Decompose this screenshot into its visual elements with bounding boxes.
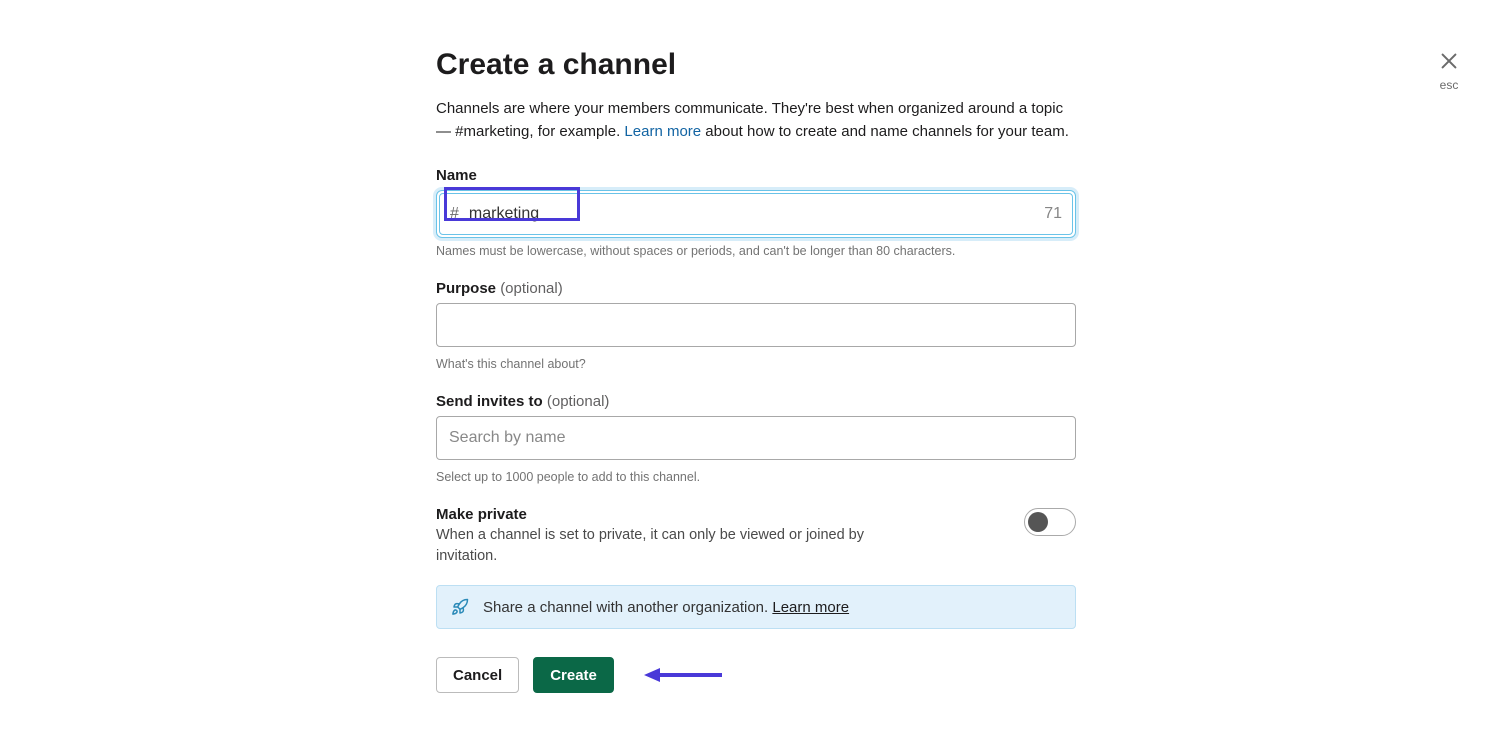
share-learn-more-link[interactable]: Learn more bbox=[772, 599, 849, 616]
create-channel-modal: Create a channel Channels are where your… bbox=[436, 48, 1076, 693]
share-banner-content: Share a channel with another organizatio… bbox=[483, 599, 849, 616]
privacy-description: When a channel is set to private, it can… bbox=[436, 525, 896, 567]
invites-label-text: Send invites to bbox=[436, 393, 547, 410]
modal-description: Channels are where your members communic… bbox=[436, 98, 1076, 143]
learn-more-link[interactable]: Learn more bbox=[624, 123, 701, 140]
privacy-section: Make private When a channel is set to pr… bbox=[436, 506, 1076, 567]
privacy-toggle[interactable] bbox=[1024, 508, 1076, 536]
rocket-icon bbox=[451, 598, 469, 616]
hash-icon: # bbox=[450, 205, 459, 223]
modal-title: Create a channel bbox=[436, 48, 1076, 82]
share-banner: Share a channel with another organizatio… bbox=[436, 585, 1076, 629]
cancel-button[interactable]: Cancel bbox=[436, 657, 519, 693]
channel-name-input[interactable] bbox=[467, 204, 1044, 224]
privacy-title: Make private bbox=[436, 506, 896, 523]
invites-hint: Select up to 1000 people to add to this … bbox=[436, 470, 1076, 484]
close-button[interactable]: esc bbox=[1438, 50, 1460, 92]
name-label: Name bbox=[436, 167, 1076, 184]
purpose-input[interactable] bbox=[436, 303, 1076, 347]
purpose-label: Purpose (optional) bbox=[436, 280, 1076, 297]
close-icon bbox=[1438, 50, 1460, 76]
invites-label: Send invites to (optional) bbox=[436, 393, 1076, 410]
share-banner-text: Share a channel with another organizatio… bbox=[483, 599, 772, 616]
name-hint: Names must be lowercase, without spaces … bbox=[436, 244, 1076, 258]
name-input-inner: # 71 bbox=[439, 193, 1073, 235]
annotation-arrow bbox=[644, 665, 722, 685]
purpose-hint: What's this channel about? bbox=[436, 357, 1076, 371]
char-count: 71 bbox=[1044, 205, 1062, 223]
create-button[interactable]: Create bbox=[533, 657, 614, 693]
description-text-2: about how to create and name channels fo… bbox=[701, 123, 1069, 140]
purpose-optional: (optional) bbox=[500, 280, 563, 297]
action-buttons: Cancel Create bbox=[436, 657, 1076, 693]
name-input-container: # 71 bbox=[436, 190, 1076, 238]
toggle-knob bbox=[1028, 512, 1048, 532]
close-label: esc bbox=[1438, 78, 1460, 92]
invites-input[interactable] bbox=[436, 416, 1076, 460]
invites-optional: (optional) bbox=[547, 393, 610, 410]
privacy-text: Make private When a channel is set to pr… bbox=[436, 506, 896, 567]
purpose-label-text: Purpose bbox=[436, 280, 500, 297]
